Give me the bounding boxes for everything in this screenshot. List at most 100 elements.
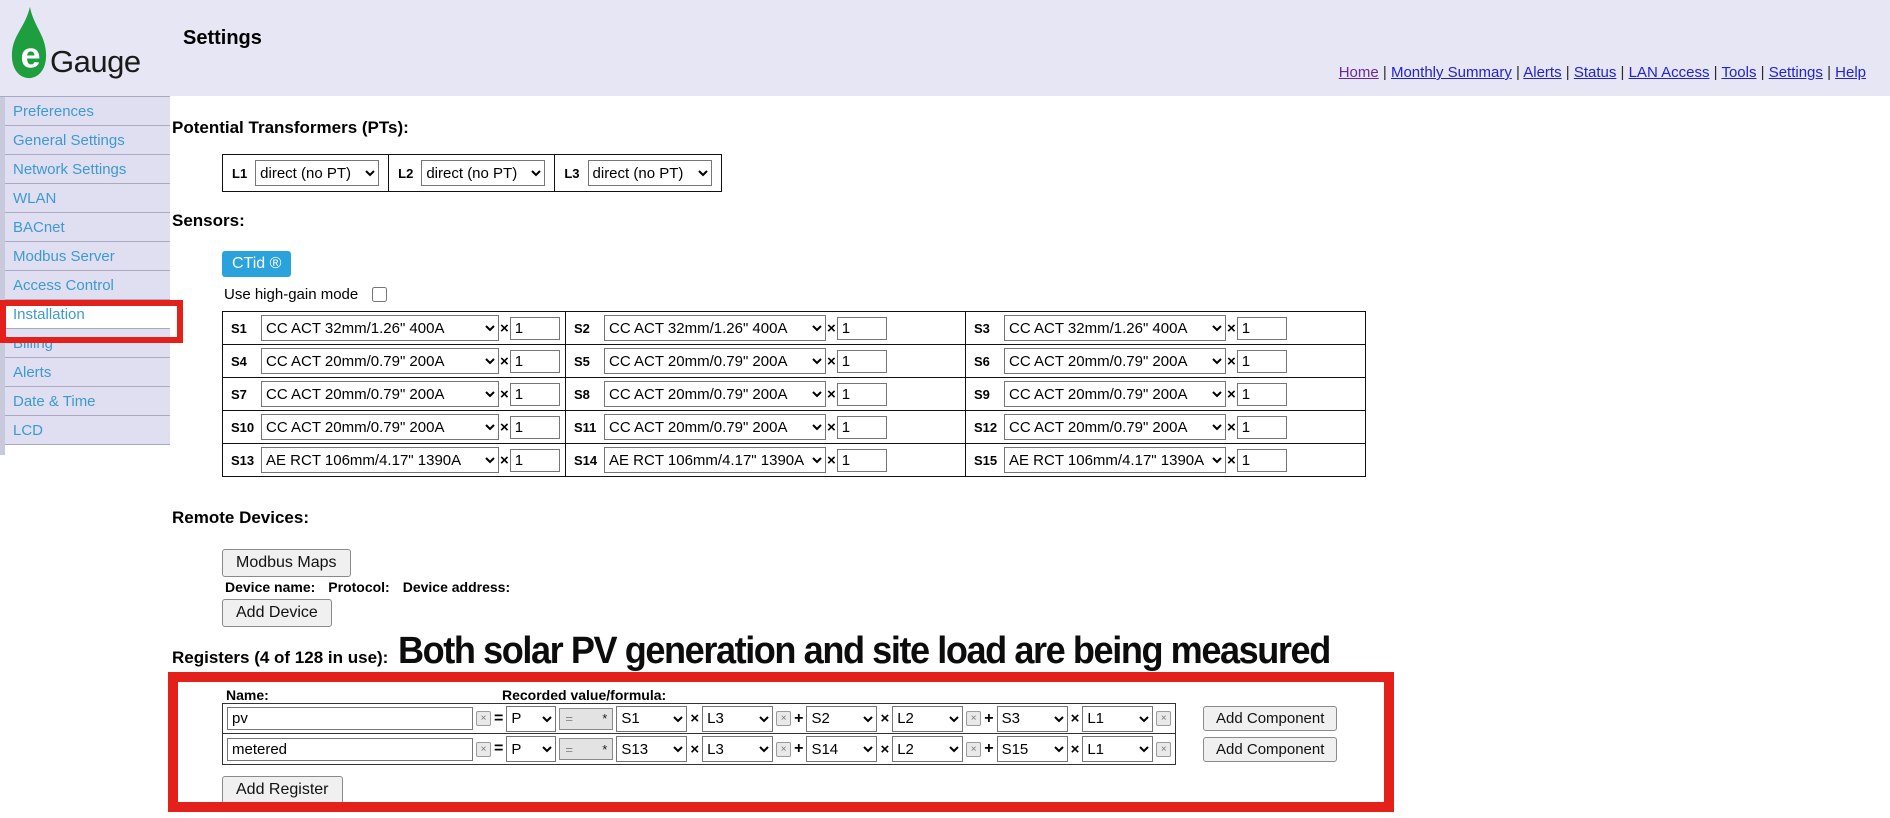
sensor-scale-input-s15[interactable] (1236, 448, 1287, 472)
sensor-type-select-s10[interactable]: CC ACT 20mm/0.79" 200A (261, 414, 499, 440)
pt-select-l3[interactable]: direct (no PT) (587, 160, 712, 186)
sensor-scale-input-s1[interactable] (509, 316, 560, 340)
sensor-table-row: S4CC ACT 20mm/0.79" 200A×S5CC ACT 20mm/0… (222, 344, 1366, 378)
component-line-select-s3-l1[interactable]: L1 (1082, 705, 1154, 732)
sensor-scale-input-s14[interactable] (836, 448, 887, 472)
component-line-select-s14-l2[interactable]: L2 (892, 736, 964, 762)
sensor-type-select-s3[interactable]: CC ACT 32mm/1.26" 400A (1004, 315, 1226, 341)
ctid-button[interactable]: CTid ® (222, 251, 292, 277)
sensor-type-select-s11[interactable]: CC ACT 20mm/0.79" 200A (604, 414, 826, 440)
sensor-type-select-s2[interactable]: CC ACT 32mm/1.26" 400A (604, 315, 826, 341)
sensor-scale-input-s8[interactable] (836, 382, 887, 406)
component-sensor-select-s3[interactable]: S3 (996, 705, 1068, 732)
remove-component-button[interactable]: × (966, 711, 982, 726)
sensor-type-select-s5[interactable]: CC ACT 20mm/0.79" 200A (604, 348, 826, 374)
sensor-type-select-s1[interactable]: CC ACT 32mm/1.26" 400A (261, 315, 499, 341)
sensor-type-select-s9[interactable]: CC ACT 20mm/0.79" 200A (1004, 381, 1226, 407)
register-name-input-pv[interactable] (227, 707, 473, 730)
sensor-scale-input-s6[interactable] (1236, 349, 1287, 373)
nav-link-settings[interactable]: Settings (1769, 64, 1823, 81)
sidebar-item-alerts[interactable]: Alerts (0, 358, 170, 387)
plus-operator: + (984, 740, 994, 757)
sensor-cell-s15: S15 AE RCT 106mm/4.17" 1390A × (965, 443, 1366, 477)
sensor-scale-input-s3[interactable] (1236, 316, 1287, 340)
add-component-button[interactable]: Add Component (1203, 737, 1338, 762)
add-component-button[interactable]: Add Component (1203, 706, 1338, 731)
sensor-type-select-s14[interactable]: AE RCT 106mm/4.17" 1390A (604, 447, 826, 473)
sidebar-item-billing[interactable]: Billing (0, 329, 170, 358)
nav-link-alerts[interactable]: Alerts (1523, 64, 1561, 81)
register-name-input-metered[interactable] (227, 737, 473, 761)
sidebar-item-preferences[interactable]: Preferences (0, 97, 170, 126)
remove-component-button[interactable]: × (1156, 741, 1172, 757)
register-type-select-pv[interactable]: P (506, 705, 557, 732)
nav-link-home[interactable]: Home (1339, 64, 1379, 81)
sidebar-item-installation[interactable]: Installation (0, 300, 170, 329)
sidebar-item-wlan[interactable]: WLAN (0, 184, 170, 213)
nav-link-tools[interactable]: Tools (1721, 64, 1756, 81)
remove-register-button[interactable]: × (476, 711, 491, 726)
high-gain-checkbox[interactable] (372, 287, 388, 302)
sidebar-item-access-control[interactable]: Access Control (0, 271, 170, 300)
sidebar-item-network-settings[interactable]: Network Settings (0, 155, 170, 184)
multiply-operator: × (827, 451, 836, 469)
remove-component-button[interactable]: × (966, 741, 982, 757)
register-formula-header: Recorded value/formula: (502, 687, 667, 703)
sensor-type-select-s8[interactable]: CC ACT 20mm/0.79" 200A (604, 381, 826, 407)
sidebar-item-lcd[interactable]: LCD (0, 416, 170, 445)
sensor-label: S13 (231, 452, 255, 468)
sensor-type-select-s13[interactable]: AE RCT 106mm/4.17" 1390A (261, 447, 499, 473)
sensor-scale-input-s12[interactable] (1236, 415, 1287, 439)
sensor-scale-input-s5[interactable] (836, 349, 887, 373)
sensor-scale-input-s10[interactable] (509, 415, 560, 439)
sensor-scale-input-s4[interactable] (509, 349, 560, 373)
multiply-operator: × (1070, 710, 1080, 727)
sidebar-item-label: Alerts (13, 364, 52, 381)
sensor-scale-input-s13[interactable] (509, 448, 560, 472)
register-subtype-hint: * (602, 741, 608, 757)
sensor-cell-s5: S5 CC ACT 20mm/0.79" 200A × (565, 344, 966, 378)
sensor-scale-input-s2[interactable] (836, 316, 887, 340)
sensor-type-select-s6[interactable]: CC ACT 20mm/0.79" 200A (1004, 348, 1226, 374)
sensor-scale-input-s7[interactable] (509, 382, 560, 406)
pt-phase-label: L2 (398, 165, 414, 181)
component-sensor-select-s2[interactable]: S2 (806, 705, 878, 732)
remove-component-button[interactable]: × (776, 711, 792, 726)
component-sensor-select-s14[interactable]: S14 (806, 736, 878, 762)
component-line-select-s13-l3[interactable]: L3 (702, 736, 774, 762)
component-line-select-s15-l1[interactable]: L1 (1082, 736, 1154, 762)
nav-link-lan-access[interactable]: LAN Access (1629, 64, 1710, 81)
nav-link-help[interactable]: Help (1835, 64, 1866, 81)
remove-component-button[interactable]: × (1156, 711, 1172, 726)
sensor-type-select-s12[interactable]: CC ACT 20mm/0.79" 200A (1004, 414, 1226, 440)
pt-select-l1[interactable]: direct (no PT) (255, 160, 380, 186)
component-sensor-select-s1[interactable]: S1 (616, 705, 688, 732)
component-line-select-s1-l3[interactable]: L3 (702, 705, 774, 732)
sensor-scale-input-s9[interactable] (1236, 382, 1287, 406)
sensor-type-select-s7[interactable]: CC ACT 20mm/0.79" 200A (261, 381, 499, 407)
multiply-operator: × (500, 418, 509, 436)
component-sensor-select-s13[interactable]: S13 (616, 736, 688, 762)
pt-table: L1 direct (no PT) L2 direct (no PT) L3 direct… (222, 154, 722, 192)
add-device-button[interactable]: Add Device (222, 599, 332, 627)
sensor-type-select-s15[interactable]: AE RCT 106mm/4.17" 1390A (1004, 447, 1226, 473)
sidebar-item-modbus-server[interactable]: Modbus Server (0, 242, 170, 271)
remove-component-button[interactable]: × (776, 741, 792, 757)
nav-link-monthly-summary[interactable]: Monthly Summary (1391, 64, 1512, 81)
sidebar-item-label: LCD (13, 422, 44, 439)
register-type-select-metered[interactable]: P (506, 736, 557, 762)
sidebar-item-date-time[interactable]: Date & Time (0, 387, 170, 416)
add-register-button[interactable]: Add Register (222, 776, 343, 804)
component-sensor-select-s15[interactable]: S15 (996, 736, 1068, 762)
component-line-select-s2-l2[interactable]: L2 (892, 705, 964, 732)
modbus-maps-button[interactable]: Modbus Maps (222, 549, 351, 577)
header-bar: e Gauge Settings Home | Monthly Summary … (0, 0, 1890, 96)
remove-register-button[interactable]: × (476, 741, 491, 757)
nav-link-status[interactable]: Status (1574, 64, 1617, 81)
pt-select-l2[interactable]: direct (no PT) (421, 160, 546, 186)
sensor-scale-input-s11[interactable] (836, 415, 887, 439)
sidebar-item-general-settings[interactable]: General Settings (0, 126, 170, 155)
sensor-type-select-s4[interactable]: CC ACT 20mm/0.79" 200A (261, 348, 499, 374)
multiply-operator: × (500, 319, 509, 337)
sidebar-item-bacnet[interactable]: BACnet (0, 213, 170, 242)
